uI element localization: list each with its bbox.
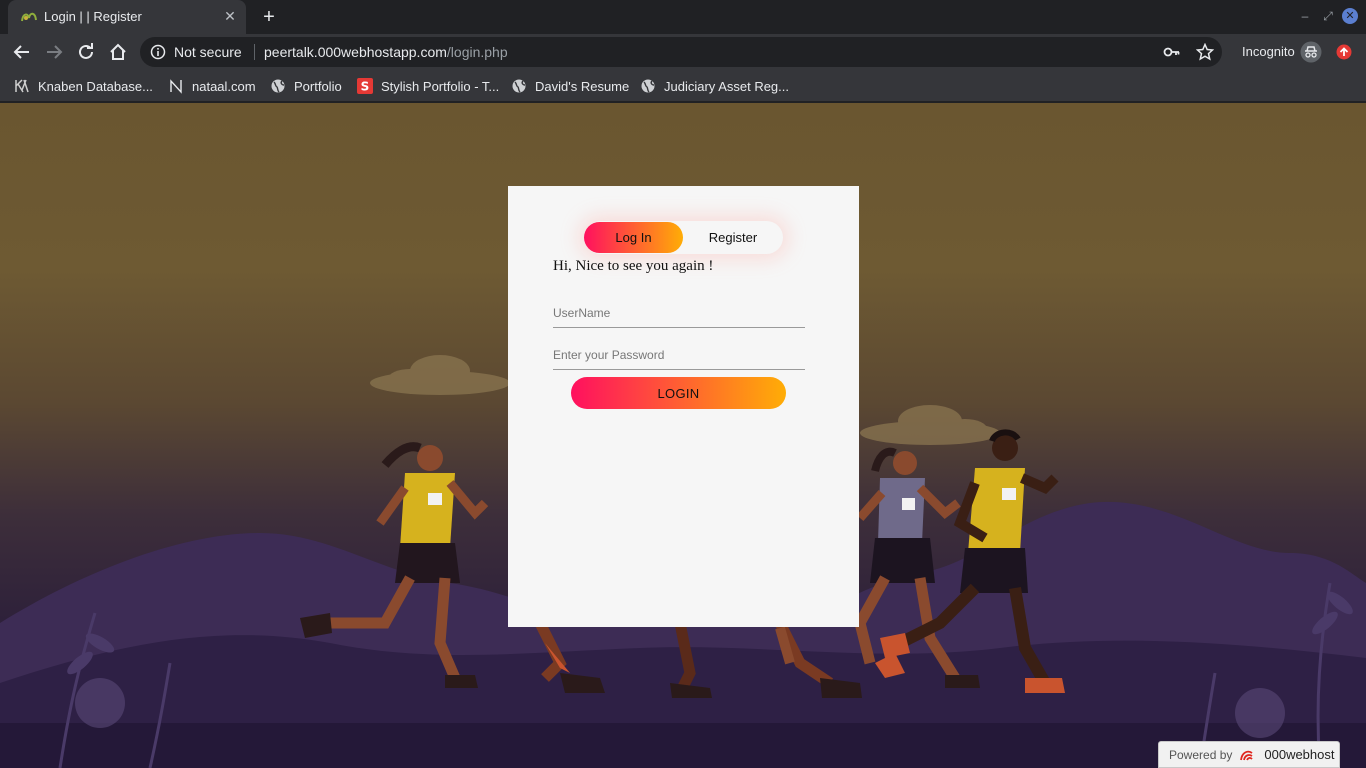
tab-title: Login | | Register — [44, 9, 142, 24]
reload-button[interactable] — [74, 40, 98, 64]
globe-icon — [271, 79, 285, 93]
update-available-icon[interactable] — [1336, 44, 1352, 60]
security-label[interactable]: Not secure — [174, 44, 242, 60]
browser-toolbar: Not secure peertalk.000webhostapp.com/lo… — [0, 34, 1366, 70]
login-button[interactable]: LOGIN — [571, 377, 786, 409]
home-button[interactable] — [106, 40, 130, 64]
globe-icon — [512, 79, 526, 93]
login-card: Log In Register Hi, Nice to see you agai… — [508, 186, 859, 627]
new-tab-button[interactable]: + — [258, 6, 280, 28]
bookmark-davids-resume[interactable]: David's Resume — [511, 77, 629, 95]
password-input[interactable] — [553, 340, 805, 370]
globe-icon — [641, 79, 655, 93]
address-bar[interactable]: Not secure peertalk.000webhostapp.com/lo… — [140, 37, 1222, 67]
bookmark-knaben[interactable]: Knaben Database... — [14, 77, 153, 95]
s-logo-icon: S — [357, 78, 373, 94]
powered-by-brand: 000webhost — [1264, 747, 1335, 762]
incognito-icon[interactable] — [1300, 41, 1322, 63]
bookmark-label: David's Resume — [535, 78, 630, 94]
back-button[interactable] — [10, 40, 34, 64]
url-text[interactable]: peertalk.000webhostapp.com/login.php — [264, 44, 508, 60]
knaben-icon — [15, 79, 29, 93]
omnibox-divider — [254, 44, 255, 60]
key-icon[interactable] — [1163, 43, 1181, 61]
powered-by-badge[interactable]: Powered by 000webhost — [1158, 741, 1340, 768]
bookmark-label: nataal.com — [192, 78, 256, 94]
bookmark-portfolio[interactable]: Portfolio — [270, 77, 342, 95]
browser-tab[interactable]: Login | | Register ✕ — [8, 0, 246, 34]
nataal-icon — [170, 79, 182, 94]
bookmark-label: Knaben Database... — [38, 78, 153, 94]
bookmark-label: Portfolio — [294, 78, 342, 94]
username-input[interactable] — [553, 298, 805, 328]
site-favicon-icon — [21, 12, 37, 22]
svg-text:S: S — [361, 80, 370, 94]
bookmark-stylish-portfolio[interactable]: S Stylish Portfolio - T... — [357, 77, 499, 95]
url-host: peertalk.000webhostapp.com — [264, 44, 447, 60]
tab-login[interactable]: Log In — [584, 221, 683, 254]
login-register-toggle: Log In Register — [584, 221, 783, 254]
page-viewport: Log In Register Hi, Nice to see you agai… — [0, 103, 1366, 768]
bookmark-label: Judiciary Asset Reg... — [664, 78, 789, 94]
bookmarks-bar: Knaben Database... nataal.com Portfolio … — [0, 70, 1366, 102]
window-close-icon[interactable]: ✕ — [1342, 8, 1358, 24]
000webhost-logo-icon — [1240, 750, 1254, 760]
bookmark-label: Stylish Portfolio - T... — [381, 78, 500, 94]
home-icon — [110, 43, 126, 60]
incognito-label[interactable]: Incognito — [1242, 44, 1295, 59]
arrow-left-icon — [13, 45, 29, 59]
bookmark-nataal[interactable]: nataal.com — [168, 77, 256, 95]
star-icon[interactable] — [1196, 43, 1214, 61]
arrow-right-icon — [47, 45, 63, 59]
forward-button[interactable] — [42, 40, 66, 64]
bookmark-judiciary[interactable]: Judiciary Asset Reg... — [640, 77, 789, 95]
tab-register[interactable]: Register — [683, 221, 783, 254]
reload-icon — [79, 43, 93, 59]
minimize-icon[interactable]: – — [1298, 9, 1312, 23]
tab-close-icon[interactable]: ✕ — [222, 8, 238, 24]
url-path: /login.php — [446, 44, 508, 60]
info-icon[interactable] — [150, 44, 166, 60]
greeting-text: Hi, Nice to see you again ! — [553, 258, 714, 274]
browser-titlebar: Login | | Register ✕ + – ⤢ ✕ — [0, 0, 1366, 34]
maximize-icon[interactable]: ⤢ — [1321, 9, 1335, 23]
powered-by-label: Powered by — [1169, 747, 1233, 762]
